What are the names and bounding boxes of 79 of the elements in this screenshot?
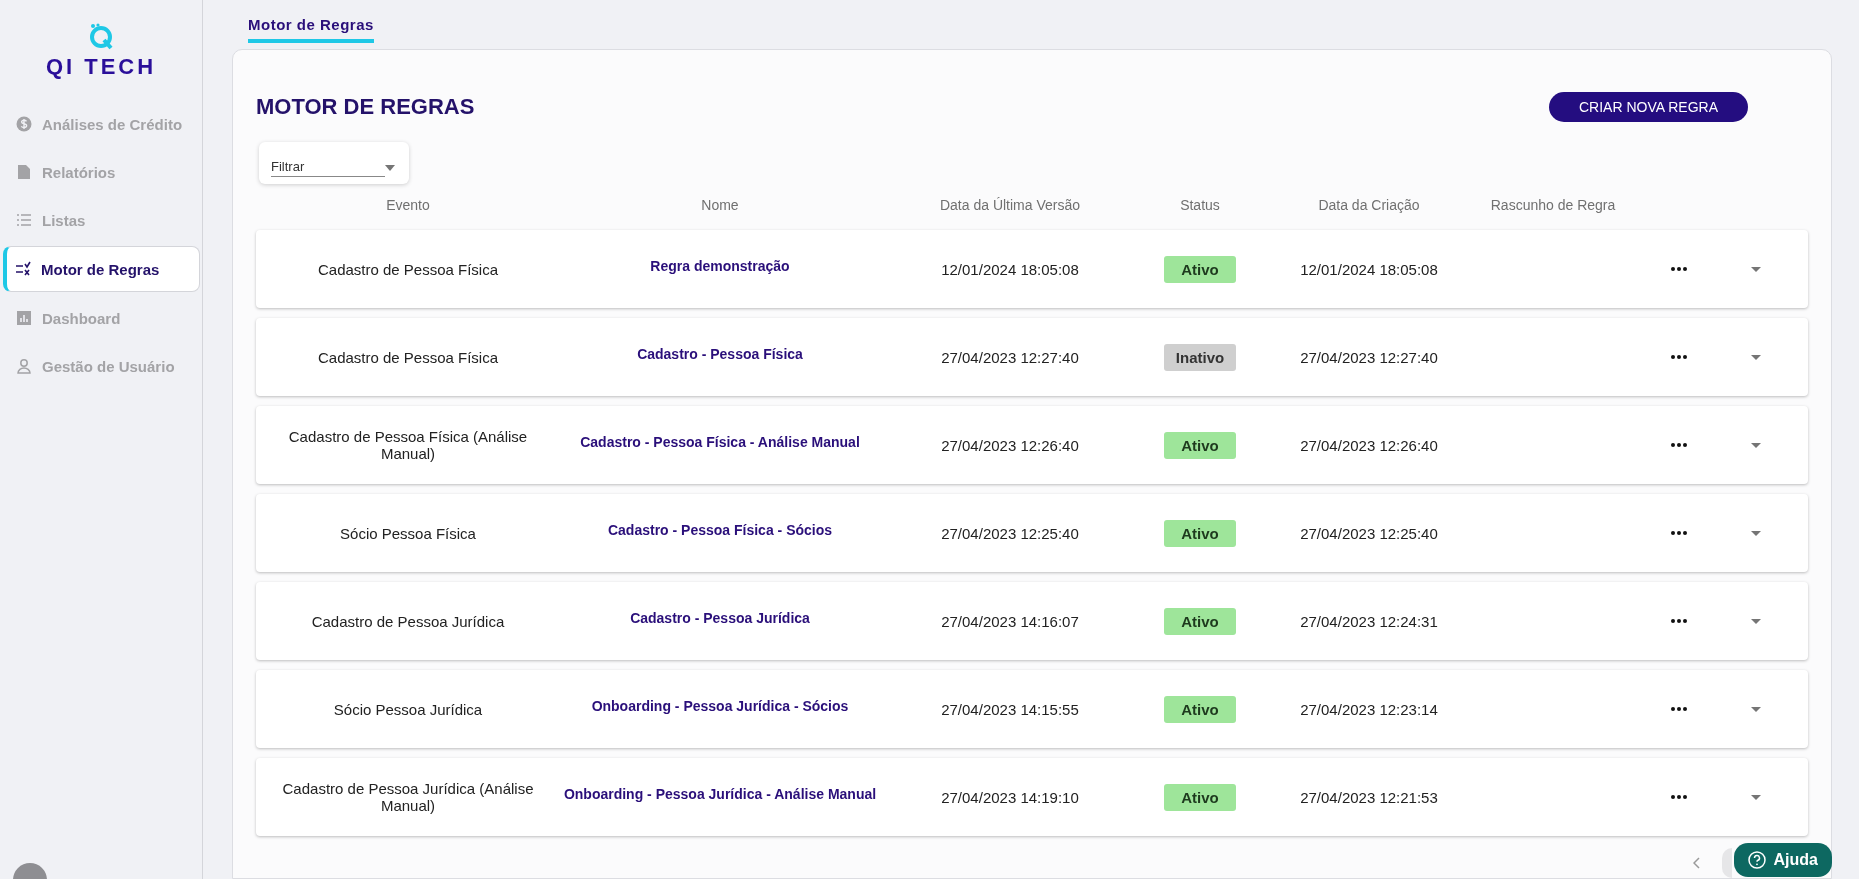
rule-name-link[interactable]: Cadastro - Pessoa Física - Análise Manual: [560, 434, 880, 450]
table-cell-text: Sócio Pessoa Física: [339, 524, 477, 542]
more-options-icon[interactable]: [1671, 619, 1687, 623]
user-icon: [16, 358, 32, 374]
table-row[interactable]: Cadastro de Pessoa Física (Análise Manual) Cadastro - Pessoa Física - Análise Manual 27/04/2023 12:26:40 Ativo 27/04/2023 12:26:40: [256, 406, 1808, 484]
brand-logo-text: QI TECH: [45, 54, 157, 80]
status-badge: Ativo: [1164, 431, 1236, 459]
table-cell-text: 27/04/2023 12:21:53: [1299, 788, 1439, 806]
expand-caret-icon[interactable]: [1751, 354, 1761, 360]
status-badge: Inativo: [1164, 343, 1236, 371]
status-badge: Ativo: [1164, 607, 1236, 635]
status-badge: Ativo: [1164, 695, 1236, 723]
chevron-left-icon[interactable]: [1693, 857, 1700, 869]
expand-caret-icon[interactable]: [1751, 706, 1761, 712]
rule-name-link[interactable]: Onboarding - Pessoa Jurídica - Análise Manual: [560, 786, 880, 802]
table-cell-text: 27/04/2023 12:25:40: [1299, 524, 1439, 542]
table-cell-text: Cadastro de Pessoa Física: [316, 348, 500, 366]
table-row[interactable]: Cadastro de Pessoa Jurídica Cadastro - Pessoa Jurídica 27/04/2023 14:16:07 Ativo 27/04/2023 12:24:31: [256, 582, 1808, 660]
table-cell-text: Cadastro de Pessoa Física (Análise Manual): [287, 428, 529, 462]
chart-icon: [16, 310, 32, 326]
table-cell-text: 27/04/2023 14:15:55: [940, 700, 1080, 718]
status-badge: Ativo: [1164, 783, 1236, 811]
table-row[interactable]: Cadastro de Pessoa Física Regra demonstração 12/01/2024 18:05:08 Ativo 12/01/2024 18:05:08: [256, 230, 1808, 308]
expand-caret-icon[interactable]: [1751, 266, 1761, 272]
column-header: Data da Criação: [1318, 197, 1420, 213]
expand-caret-icon[interactable]: [1751, 618, 1761, 624]
dollar-icon: [16, 116, 32, 132]
table-cell-text: 27/04/2023 12:25:40: [940, 524, 1080, 542]
table-cell-text: 27/04/2023 12:27:40: [940, 348, 1080, 366]
tab[interactable]: Motor de Regras: [248, 16, 374, 43]
sidebar-item[interactable]: Motor de Regras: [3, 246, 200, 292]
help-icon: [1747, 851, 1766, 869]
table-row[interactable]: Cadastro de Pessoa Física Cadastro - Pessoa Física 27/04/2023 12:27:40 Inativo 27/04/2023 12:27:40: [256, 318, 1808, 396]
filter-dropdown[interactable]: Filtrar: [259, 142, 409, 184]
table-row[interactable]: Cadastro de Pessoa Jurídica (Análise Manual) Onboarding - Pessoa Jurídica - Análise Manual 27/04/2023 14:19:10 Ativo 27/04/2023 12:21:53: [256, 758, 1808, 836]
column-header: Nome: [701, 197, 739, 213]
more-options-icon[interactable]: [1671, 443, 1687, 447]
table-cell-text: Cadastro de Pessoa Física: [316, 260, 500, 278]
rule-name-link[interactable]: Regra demonstração: [560, 258, 880, 274]
more-options-icon[interactable]: [1671, 531, 1687, 535]
page-title: MOTOR DE REGRAS: [256, 94, 475, 120]
table-cell-text: 27/04/2023 12:26:40: [940, 436, 1080, 454]
checklist-icon: [15, 261, 31, 277]
column-header: Data da Última Versão: [939, 197, 1081, 213]
rule-name-link[interactable]: Cadastro - Pessoa Física - Sócios: [560, 522, 880, 538]
logo-icon: [88, 22, 114, 50]
table-cell-text: Sócio Pessoa Jurídica: [332, 700, 484, 718]
expand-caret-icon[interactable]: [1751, 794, 1761, 800]
column-header: Rascunho de Regra: [1490, 197, 1616, 213]
column-header: Evento: [386, 197, 430, 213]
more-options-icon[interactable]: [1671, 795, 1687, 799]
table-cell-text: 27/04/2023 12:27:40: [1299, 348, 1439, 366]
table-cell-text: 27/04/2023 12:26:40: [1299, 436, 1439, 454]
table-row[interactable]: Sócio Pessoa Jurídica Onboarding - Pessoa Jurídica - Sócios 27/04/2023 14:15:55 Ativo 27/04/2023 12:23:14: [256, 670, 1808, 748]
rule-name-link[interactable]: Cadastro - Pessoa Jurídica: [560, 610, 880, 626]
table-cell-text: Cadastro de Pessoa Jurídica: [310, 612, 506, 630]
rule-name-link[interactable]: Cadastro - Pessoa Física: [560, 346, 880, 362]
rule-name-link[interactable]: Onboarding - Pessoa Jurídica - Sócios: [560, 698, 880, 714]
document-icon: [16, 164, 32, 180]
more-options-icon[interactable]: [1671, 707, 1687, 711]
table-cell-text: 12/01/2024 18:05:08: [940, 260, 1080, 278]
create-rule-button[interactable]: CRIAR NOVA REGRA: [1549, 92, 1748, 122]
caret-icon: [385, 165, 395, 171]
table-row[interactable]: Sócio Pessoa Física Cadastro - Pessoa Física - Sócios 27/04/2023 12:25:40 Ativo 27/04/2023 12:25:40: [256, 494, 1808, 572]
expand-caret-icon[interactable]: [1751, 442, 1761, 448]
table-cell-text: 27/04/2023 12:24:31: [1299, 612, 1439, 630]
status-badge: Ativo: [1164, 255, 1236, 283]
expand-caret-icon[interactable]: [1751, 530, 1761, 536]
table-cell-text: Cadastro de Pessoa Jurídica (Análise Manual): [281, 780, 535, 814]
help-button[interactable]: Ajuda: [1733, 843, 1832, 877]
table-cell-text: 27/04/2023 14:16:07: [940, 612, 1080, 630]
table-cell-text: 27/04/2023 14:19:10: [940, 788, 1080, 806]
column-header: Status: [1180, 197, 1220, 213]
list-icon: [16, 212, 32, 228]
more-options-icon[interactable]: [1671, 267, 1687, 271]
more-options-icon[interactable]: [1671, 355, 1687, 359]
status-badge: Ativo: [1164, 519, 1236, 547]
table-cell-text: 27/04/2023 12:23:14: [1299, 700, 1439, 718]
table-cell-text: 12/01/2024 18:05:08: [1299, 260, 1439, 278]
